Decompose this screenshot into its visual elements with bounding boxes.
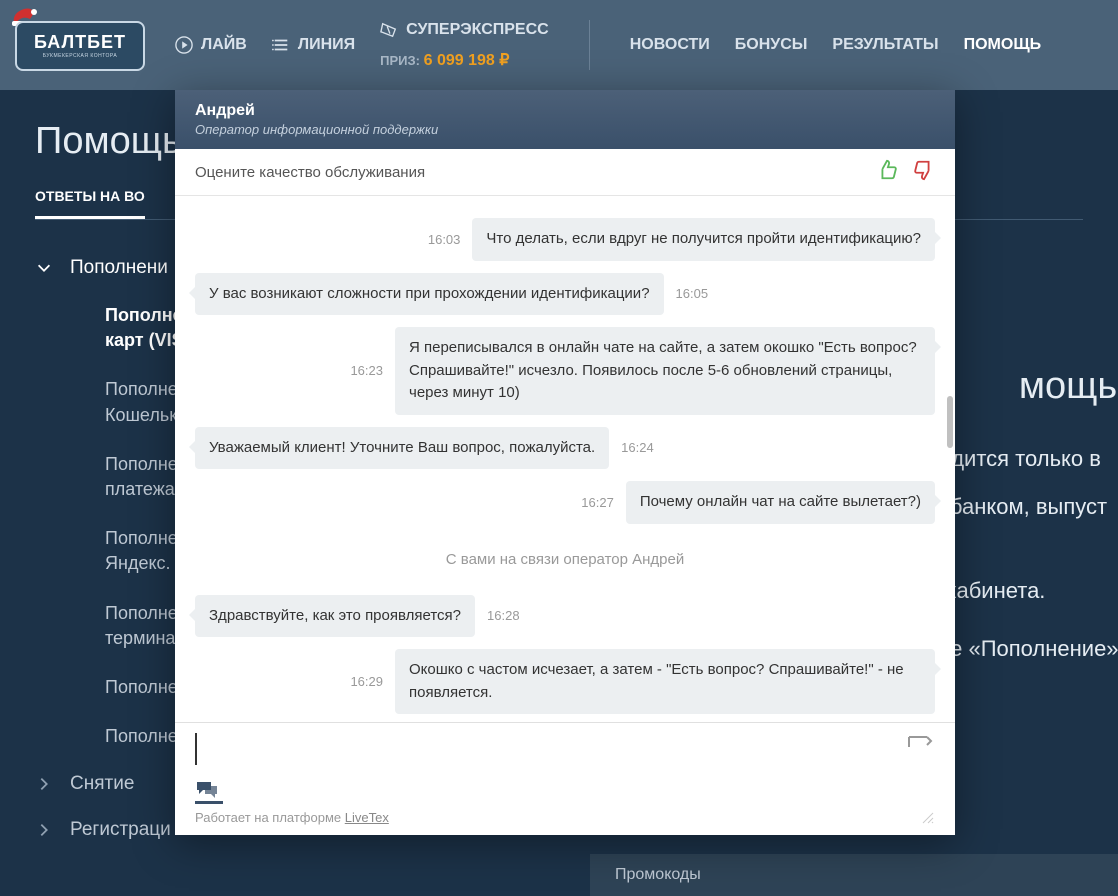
chevron-down-icon <box>35 259 53 277</box>
message-time: 16:28 <box>487 608 520 623</box>
message-in: Здравствуйте, как это проявляется? 16:28 <box>195 595 935 638</box>
message-bubble: Окошко с частом исчезает, а затем - "Ест… <box>395 649 935 714</box>
message-out: 16:03 Что делать, если вдруг не получитс… <box>195 218 935 261</box>
thumbs-up-icon[interactable] <box>876 159 898 185</box>
article-body-fragment: водится только в ы банком, выпуст о каби… <box>928 435 1118 674</box>
nav-line[interactable]: ЛИНИЯ <box>272 36 355 54</box>
message-bubble: Я переписывался в онлайн чате на сайте, … <box>395 327 935 415</box>
message-bubble: Что делать, если вдруг не получится прой… <box>472 218 935 261</box>
chat-footer: Работает на платформе LiveTex <box>175 804 955 835</box>
topbar: БАЛТБЕТ БУКМЕКЕРСКАЯ КОНТОРА ЛАЙВ ЛИНИЯ … <box>0 0 1118 90</box>
message-time: 16:23 <box>350 363 383 378</box>
message-bubble: Уважаемый клиент! Уточните Ваш вопрос, п… <box>195 427 609 470</box>
chat-tab-icon[interactable] <box>195 780 223 804</box>
thumbs-down-icon[interactable] <box>913 159 935 185</box>
chat-input[interactable] <box>195 733 897 765</box>
message-time: 16:24 <box>621 440 654 455</box>
chevron-right-icon <box>35 775 53 793</box>
chevron-right-icon <box>35 821 53 839</box>
tab-faq[interactable]: ОТВЕТЫ НА ВО <box>35 188 145 219</box>
chat-agent-role: Оператор информационной поддержки <box>195 122 935 137</box>
resize-grip-icon[interactable] <box>921 811 935 825</box>
chat-footer-text: Работает на платформе <box>195 810 345 825</box>
chat-rate-prompt: Оцените качество обслуживания <box>195 164 425 181</box>
message-time: 16:29 <box>350 674 383 689</box>
ticket-icon <box>380 21 398 39</box>
chat-rate-bar: Оцените качество обслуживания <box>175 149 955 196</box>
message-out: 16:27 Почему онлайн чат на сайте вылетае… <box>195 481 935 524</box>
list-icon <box>272 36 290 54</box>
nav-news[interactable]: НОВОСТИ <box>630 36 710 54</box>
scrollbar-thumb[interactable] <box>947 396 953 448</box>
chat-header: Андрей Оператор информационной поддержки <box>175 90 955 149</box>
message-in: У вас возникают сложности при прохождени… <box>195 273 935 316</box>
promo-bar[interactable]: Промокоды <box>590 854 1118 896</box>
livetex-link[interactable]: LiveTex <box>345 810 389 825</box>
nav-live[interactable]: ЛАЙВ <box>175 36 247 54</box>
chat-footer-tabs <box>175 775 955 804</box>
nav-results[interactable]: РЕЗУЛЬТАТЫ <box>832 36 938 54</box>
article-title-fragment: мощью б <box>1019 365 1118 408</box>
logo[interactable]: БАЛТБЕТ БУКМЕКЕРСКАЯ КОНТОРА <box>15 13 145 78</box>
logo-subtext: БУКМЕКЕРСКАЯ КОНТОРА <box>43 53 118 59</box>
chat-agent-name: Андрей <box>195 102 935 120</box>
send-icon[interactable] <box>907 735 935 763</box>
play-icon <box>175 36 193 54</box>
message-out: 16:29 Окошко с частом исчезает, а затем … <box>195 649 935 714</box>
nav-superexpress[interactable]: СУПЕРЭКСПРЕСС ПРИЗ: 6 099 198 ₽ <box>380 21 549 70</box>
nav-separator <box>589 20 590 70</box>
message-time: 16:03 <box>428 232 461 247</box>
prize-label: ПРИЗ: <box>380 53 420 68</box>
chat-input-area <box>175 722 955 775</box>
prize-value: 6 099 198 ₽ <box>424 52 510 69</box>
message-out: 16:23 Я переписывался в онлайн чате на с… <box>195 327 935 415</box>
message-bubble: Здравствуйте, как это проявляется? <box>195 595 475 638</box>
message-time: 16:05 <box>676 286 709 301</box>
message-in: Уважаемый клиент! Уточните Ваш вопрос, п… <box>195 427 935 470</box>
nav-bonuses[interactable]: БОНУСЫ <box>735 36 808 54</box>
chat-body[interactable]: 16:03 Что делать, если вдруг не получитс… <box>175 196 955 722</box>
chat-widget: Андрей Оператор информационной поддержки… <box>175 90 955 835</box>
message-time: 16:27 <box>581 495 614 510</box>
nav-help[interactable]: ПОМОЩЬ <box>964 36 1042 54</box>
message-bubble: Почему онлайн чат на сайте вылетает?) <box>626 481 935 524</box>
system-message: С вами на связи оператор Андрей <box>195 536 935 583</box>
logo-text: БАЛТБЕТ <box>34 32 126 53</box>
message-bubble: У вас возникают сложности при прохождени… <box>195 273 664 316</box>
